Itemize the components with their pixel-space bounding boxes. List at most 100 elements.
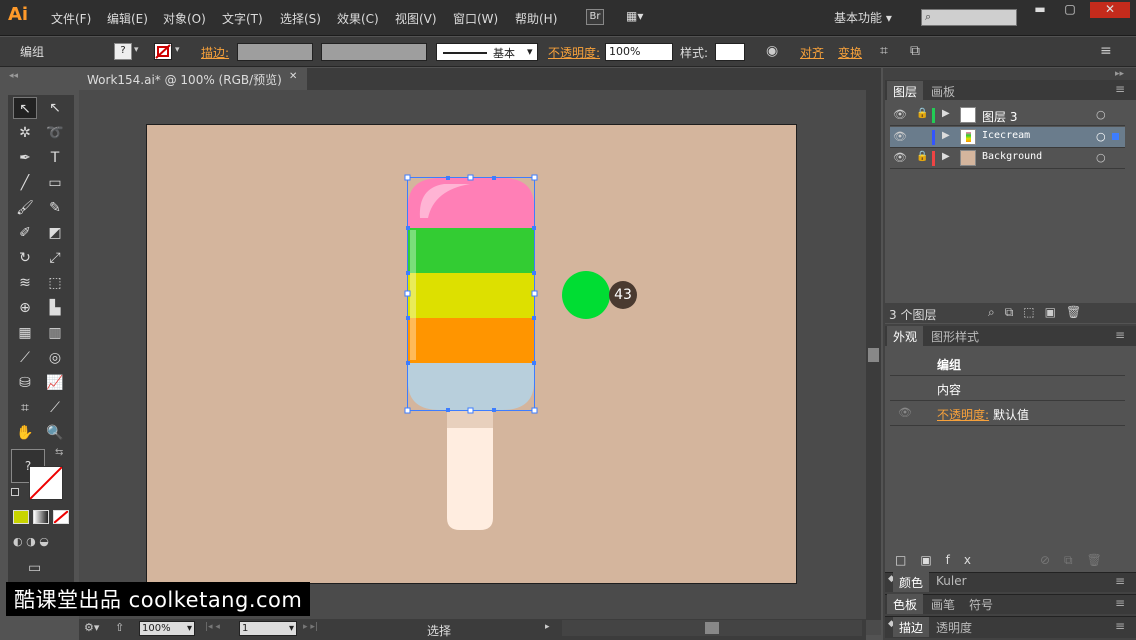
free-transform-tool-icon[interactable]: ⬚ bbox=[43, 272, 67, 294]
expand-triangle-icon[interactable]: ▶ bbox=[942, 130, 950, 141]
blend-tool-icon[interactable]: ◎ bbox=[43, 347, 67, 369]
visibility-eye-icon[interactable]: 👁 bbox=[893, 130, 907, 143]
bridge-button[interactable]: Br bbox=[586, 9, 604, 25]
swap-colors-icon[interactable]: ⇆ bbox=[55, 447, 63, 458]
arrange-documents-icon[interactable]: ▦▾ bbox=[626, 9, 654, 25]
opacity-input[interactable]: 100% bbox=[605, 43, 673, 61]
layers-footer-icons[interactable]: ⌕⧉⬚▣🗑 bbox=[988, 305, 1091, 320]
minimize-button[interactable]: ▬ bbox=[1026, 2, 1054, 18]
graphic-style-swatch[interactable] bbox=[715, 43, 745, 61]
menu-type[interactable]: 文字(T) bbox=[222, 10, 263, 27]
stroke-swatch[interactable] bbox=[154, 43, 172, 60]
color-mode-icon[interactable] bbox=[13, 510, 29, 524]
panel-collapse-icon[interactable]: ▸▸ bbox=[1115, 69, 1124, 79]
last-page-icon[interactable]: ▸ ▸| bbox=[303, 622, 318, 632]
maximize-button[interactable]: ▢ bbox=[1056, 2, 1084, 18]
share-icon[interactable]: ⇧ bbox=[115, 621, 124, 634]
close-button[interactable]: ✕ bbox=[1090, 2, 1130, 18]
transform-link[interactable]: 变换 bbox=[838, 44, 862, 61]
eraser-tool-icon[interactable]: ◩ bbox=[43, 222, 67, 244]
lasso-tool-icon[interactable]: ➰ bbox=[43, 122, 67, 144]
menu-file[interactable]: 文件(F) bbox=[51, 10, 91, 27]
vertical-scroll-thumb[interactable] bbox=[868, 348, 879, 362]
tab-symbols[interactable]: 符号 bbox=[963, 594, 999, 614]
recolor-icon[interactable]: ◉ bbox=[766, 43, 778, 59]
tab-appearance[interactable]: 外观 bbox=[887, 326, 924, 346]
control-menu-icon[interactable]: ≡ bbox=[1100, 43, 1112, 59]
vertical-scrollbar[interactable] bbox=[866, 90, 881, 620]
draw-mode-icons[interactable]: ◐ ◑ ◒ bbox=[13, 535, 69, 549]
selection-indicator-icon[interactable] bbox=[1112, 133, 1119, 140]
brush-definition[interactable]: 基本 ▾ bbox=[436, 43, 538, 61]
menu-view[interactable]: 视图(V) bbox=[395, 10, 437, 27]
expand-triangle-icon[interactable]: ▶ bbox=[942, 108, 950, 119]
tab-transparency[interactable]: 透明度 bbox=[930, 617, 978, 637]
layers-menu-icon[interactable]: ≡ bbox=[1115, 82, 1125, 96]
toolbox-collapse-icon[interactable]: ◂◂ bbox=[9, 71, 18, 81]
fill-swatch[interactable]: ? bbox=[114, 43, 132, 60]
appearance-opacity-link[interactable]: 不透明度: bbox=[937, 406, 989, 423]
expand-triangle-icon[interactable]: ▶ bbox=[942, 151, 950, 162]
tab-artboards[interactable]: 画板 bbox=[925, 81, 961, 101]
appearance-footer-icons[interactable]: □▣fx bbox=[895, 553, 985, 567]
isolate-group-icon[interactable]: ⌗ bbox=[880, 43, 888, 59]
close-tab-icon[interactable]: ✕ bbox=[289, 71, 297, 82]
rotate-tool-icon[interactable]: ↻ bbox=[13, 247, 37, 269]
menu-effect[interactable]: 效果(C) bbox=[337, 10, 379, 27]
column-graph-tool-icon[interactable]: 📈 bbox=[43, 372, 67, 394]
gradient-tool-icon[interactable]: ▥ bbox=[43, 322, 67, 344]
search-input[interactable]: ⌕ bbox=[921, 9, 1017, 26]
eyedropper-tool-icon[interactable]: ⟋ bbox=[13, 347, 37, 369]
transform-again-icon[interactable]: ⧉ bbox=[910, 43, 920, 59]
lock-icon[interactable]: 🔒 bbox=[916, 151, 928, 162]
zoom-select[interactable]: 100% ▾ bbox=[139, 621, 195, 636]
swatches-panel-menu-icon[interactable]: ≡ bbox=[1115, 596, 1125, 610]
menu-object[interactable]: 对象(O) bbox=[163, 10, 206, 27]
horizontal-scrollbar[interactable] bbox=[562, 620, 862, 636]
selection-tool-icon[interactable]: ↖ bbox=[13, 97, 37, 119]
stroke-color-box[interactable] bbox=[29, 466, 63, 500]
direct-selection-tool-icon[interactable]: ↖ bbox=[43, 97, 67, 119]
appearance-menu-icon[interactable]: ≡ bbox=[1115, 328, 1125, 342]
mesh-tool-icon[interactable]: ▦ bbox=[13, 322, 37, 344]
layer-row-1[interactable]: 👁 🔒 ▶ 图层 3 ○ bbox=[890, 105, 1125, 126]
screen-mode-icon[interactable]: ▭ bbox=[28, 560, 41, 576]
tab-graphic-styles[interactable]: 图形样式 bbox=[925, 326, 985, 346]
stroke-dropdown-icon[interactable]: ▾ bbox=[175, 45, 180, 55]
status-menu-arrow-icon[interactable]: ▸ bbox=[545, 622, 550, 632]
shape-builder-tool-icon[interactable]: ⊕ bbox=[13, 297, 37, 319]
tab-kuler[interactable]: Kuler bbox=[930, 572, 973, 592]
artboard-nav-select[interactable]: 1 ▾ bbox=[239, 621, 297, 636]
color-panel-menu-icon[interactable]: ≡ bbox=[1115, 574, 1125, 588]
gradient-mode-icon[interactable] bbox=[33, 510, 49, 524]
perspective-grid-tool-icon[interactable]: ▙ bbox=[43, 297, 67, 319]
opacity-label[interactable]: 不透明度: bbox=[548, 44, 600, 61]
first-page-icon[interactable]: |◂ ◂ bbox=[205, 622, 220, 632]
fill-dropdown-icon[interactable]: ▾ bbox=[134, 45, 139, 55]
symbol-sprayer-tool-icon[interactable]: ⛁ bbox=[13, 372, 37, 394]
slice-tool-icon[interactable]: ⟋ bbox=[43, 397, 67, 419]
line-tool-icon[interactable]: ╱ bbox=[13, 172, 37, 194]
icecream-artwork[interactable] bbox=[400, 168, 550, 538]
appearance-opacity-row[interactable]: 👁 不透明度: 默认值 bbox=[890, 401, 1125, 426]
layer-row-2[interactable]: 👁 ▶ Icecream ○ bbox=[890, 127, 1125, 148]
horizontal-scroll-thumb[interactable] bbox=[705, 622, 719, 634]
hand-tool-icon[interactable]: ✋ bbox=[13, 422, 37, 444]
tab-stroke[interactable]: 描边 bbox=[893, 617, 930, 637]
type-tool-icon[interactable]: T bbox=[43, 147, 67, 169]
menu-select[interactable]: 选择(S) bbox=[280, 10, 321, 27]
target-circle-icon[interactable]: ○ bbox=[1096, 151, 1106, 164]
tab-swatches[interactable]: 色板 bbox=[887, 594, 924, 614]
rectangle-tool-icon[interactable]: ▭ bbox=[43, 172, 67, 194]
menu-window[interactable]: 窗口(W) bbox=[453, 10, 498, 27]
tab-layers[interactable]: 图层 bbox=[887, 81, 924, 101]
blob-brush-tool-icon[interactable]: ✐ bbox=[13, 222, 37, 244]
scale-tool-icon[interactable]: ⤢ bbox=[43, 247, 67, 269]
visibility-eye-icon[interactable]: 👁 bbox=[893, 108, 907, 121]
none-mode-icon[interactable] bbox=[53, 510, 69, 524]
stroke-label[interactable]: 描边: bbox=[201, 44, 229, 61]
artboard-tool-icon[interactable]: ⌗ bbox=[13, 397, 37, 419]
status-settings-icon[interactable]: ⚙▾ bbox=[84, 621, 99, 634]
stroke-weight-field[interactable] bbox=[237, 43, 313, 61]
document-tab[interactable]: Work154.ai* @ 100% (RGB/预览) ✕ bbox=[79, 68, 307, 90]
